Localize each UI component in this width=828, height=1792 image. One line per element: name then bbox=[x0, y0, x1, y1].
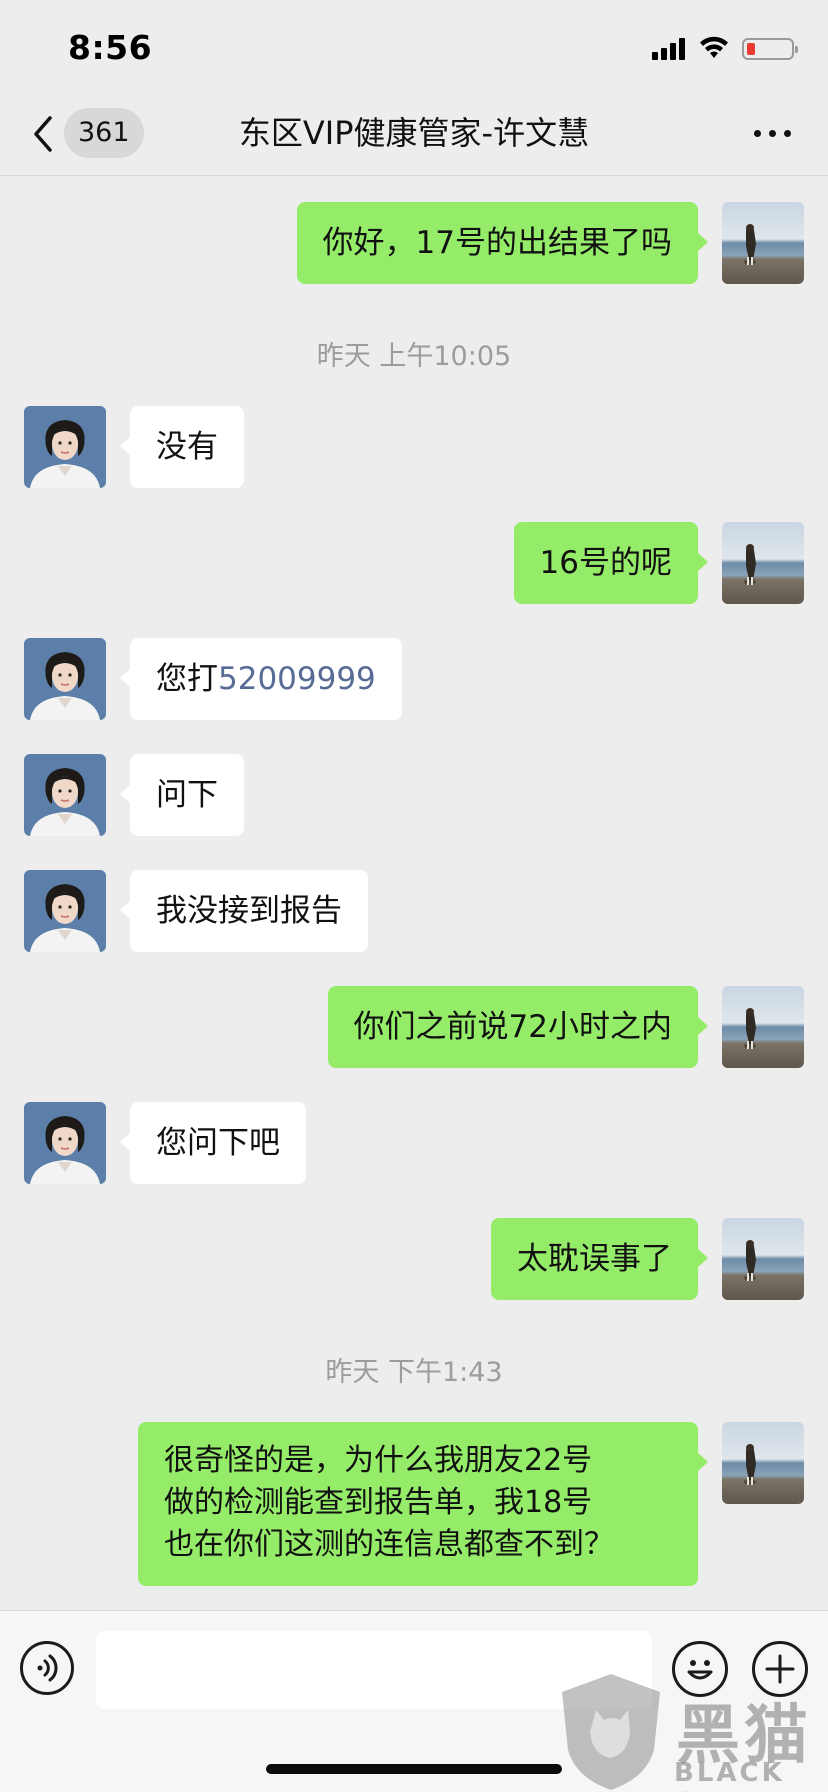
message-text-line: 做的检测能查到报告单，我18号 bbox=[164, 1485, 593, 1520]
message-text: 没有 bbox=[156, 429, 218, 465]
message-text: 16号的呢 bbox=[539, 545, 672, 581]
chat-title: 东区VIP健康管家-许文慧 bbox=[238, 114, 590, 152]
message-text: 你好，17号的出结果了吗 bbox=[322, 225, 672, 261]
cellular-signal-icon bbox=[652, 36, 688, 60]
message-text: 您问下吧 bbox=[156, 1125, 280, 1161]
watermark-en: BLACK CAT bbox=[674, 1758, 785, 1792]
status-time: 8:56 bbox=[68, 28, 153, 67]
message-bubble[interactable]: 没有 bbox=[120, 406, 244, 488]
contact-avatar[interactable] bbox=[24, 1102, 106, 1184]
message-bubble[interactable]: 很奇怪的是，为什么我朋友22号 做的检测能查到报告单，我18号 也在你们这测的连… bbox=[138, 1422, 708, 1586]
message-bubble[interactable]: 太耽误事了 bbox=[491, 1218, 708, 1300]
message-text-line: 很奇怪的是，为什么我朋友22号 bbox=[164, 1443, 593, 1478]
message-bubble[interactable]: 我没接到报告 bbox=[120, 870, 368, 952]
unread-count-badge[interactable]: 361 bbox=[64, 108, 144, 158]
battery-icon bbox=[742, 38, 798, 60]
wifi-icon bbox=[700, 36, 728, 58]
chevron-left-icon[interactable] bbox=[30, 114, 54, 154]
phone-number-link[interactable]: 52009999 bbox=[218, 661, 376, 697]
my-avatar[interactable] bbox=[722, 1422, 804, 1504]
status-bar: 8:56 bbox=[0, 0, 828, 96]
shield-cat-icon bbox=[562, 1674, 660, 1790]
message-bubble[interactable]: 16号的呢 bbox=[513, 522, 708, 604]
my-avatar[interactable] bbox=[722, 986, 804, 1068]
message-text: 我没接到报告 bbox=[156, 893, 342, 929]
message-bubble[interactable]: 您打52009999 bbox=[120, 638, 402, 720]
message-bubble[interactable]: 你好，17号的出结果了吗 bbox=[296, 202, 708, 284]
contact-avatar[interactable] bbox=[24, 406, 106, 488]
my-avatar[interactable] bbox=[722, 202, 804, 284]
contact-avatar[interactable] bbox=[24, 870, 106, 952]
more-dots-icon[interactable] bbox=[752, 126, 792, 142]
my-avatar[interactable] bbox=[722, 522, 804, 604]
timestamp: 昨天 下午1:43 bbox=[325, 1357, 503, 1388]
voice-icon[interactable] bbox=[20, 1641, 74, 1695]
message-bubble[interactable]: 你们之前说72小时之内 bbox=[327, 986, 708, 1068]
chat-header: 361 东区VIP健康管家-许文慧 bbox=[0, 96, 828, 176]
home-indicator[interactable] bbox=[266, 1764, 562, 1774]
message-text: 您打 bbox=[156, 661, 218, 697]
message-bubble[interactable]: 问下 bbox=[120, 754, 244, 836]
contact-avatar[interactable] bbox=[24, 638, 106, 720]
message-text: 问下 bbox=[156, 777, 218, 813]
contact-avatar[interactable] bbox=[24, 754, 106, 836]
message-text-line: 也在你们这测的连信息都查不到？ bbox=[164, 1527, 614, 1562]
my-avatar[interactable] bbox=[722, 1218, 804, 1300]
chat-screen: 8:56 361 东区VIP健康管家-许文慧 你好，17号的出结果了吗 昨天 上… bbox=[0, 0, 828, 1792]
black-cat-watermark: 黑猫 BLACK CAT bbox=[556, 1670, 828, 1792]
timestamp: 昨天 上午10:05 bbox=[316, 341, 512, 372]
message-text: 你们之前说72小时之内 bbox=[353, 1009, 672, 1045]
message-bubble[interactable]: 您问下吧 bbox=[120, 1102, 306, 1184]
message-text: 太耽误事了 bbox=[517, 1241, 672, 1277]
battery-level bbox=[747, 43, 755, 55]
